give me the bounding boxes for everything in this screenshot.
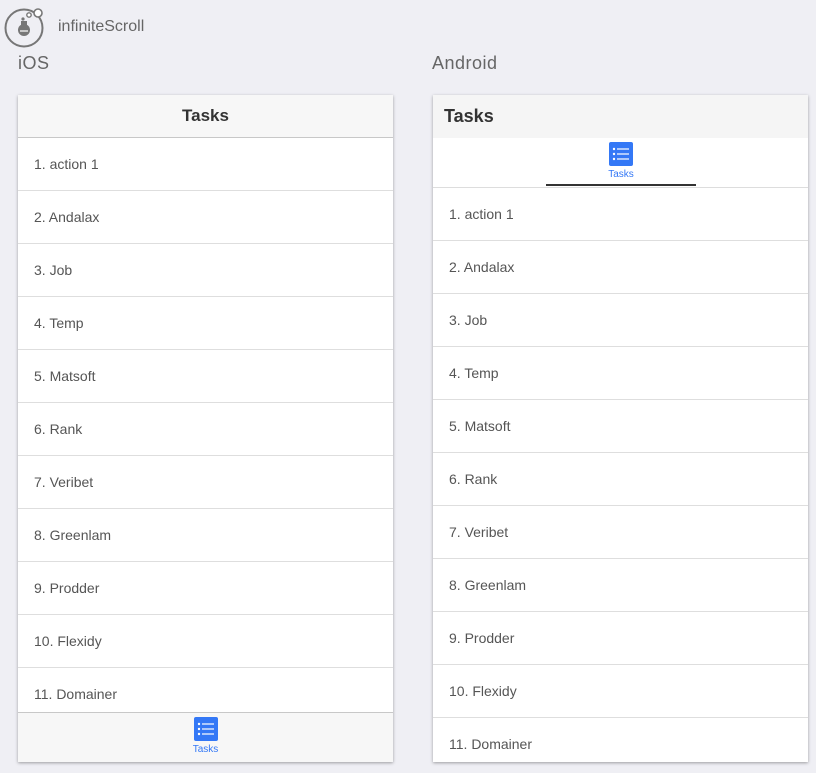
task-label: 6. Rank bbox=[449, 471, 498, 487]
app-header: infiniteScroll bbox=[0, 0, 816, 52]
task-label: 6. Rank bbox=[34, 421, 83, 437]
list-item[interactable]: 5. Matsoft bbox=[433, 400, 808, 453]
task-label: 3. Job bbox=[449, 312, 488, 328]
list-item[interactable]: 7. Veribet bbox=[18, 456, 393, 509]
task-label: 7. Veribet bbox=[34, 474, 94, 490]
task-label: 1. action 1 bbox=[449, 206, 514, 222]
list-item[interactable]: 8. Greenlam bbox=[18, 509, 393, 562]
task-label: 8. Greenlam bbox=[449, 577, 527, 593]
android-toolbar: Tasks bbox=[433, 95, 808, 138]
list-item[interactable]: 9. Prodder bbox=[18, 562, 393, 615]
list-item[interactable]: 3. Job bbox=[18, 244, 393, 297]
task-label: 8. Greenlam bbox=[34, 527, 112, 543]
app-title: infiniteScroll bbox=[58, 18, 145, 35]
list-item[interactable]: 10. Flexidy bbox=[18, 615, 393, 668]
ios-tab-bar: Tasks bbox=[18, 712, 393, 762]
android-device-frame: Tasks Tasks 1. action 1 2. Andalax 3. Job 4… bbox=[433, 95, 808, 762]
task-label: 4. Temp bbox=[34, 315, 84, 331]
list-item[interactable]: 7. Veribet bbox=[433, 506, 808, 559]
android-task-list[interactable]: 1. action 1 2. Andalax 3. Job 4. Temp 5. Mat… bbox=[433, 188, 808, 762]
task-label: 5. Matsoft bbox=[34, 368, 96, 384]
task-label: 7. Veribet bbox=[449, 524, 509, 540]
task-list-icon bbox=[609, 142, 633, 166]
list-item[interactable]: 1. action 1 bbox=[433, 188, 808, 241]
task-label: 2. Andalax bbox=[449, 259, 515, 275]
ios-tab-tasks[interactable]: Tasks bbox=[192, 713, 219, 762]
list-item[interactable]: 6. Rank bbox=[433, 453, 808, 506]
list-item[interactable]: 6. Rank bbox=[18, 403, 393, 456]
task-label: 9. Prodder bbox=[34, 580, 100, 596]
task-label: 4. Temp bbox=[449, 365, 499, 381]
ios-list: 1. action 1 2. Andalax 3. Job 4. Temp 5. Mat… bbox=[18, 138, 393, 713]
android-list: 1. action 1 2. Andalax 3. Job 4. Temp 5. Mat… bbox=[433, 188, 808, 762]
list-item[interactable]: 4. Temp bbox=[18, 297, 393, 350]
ios-device-frame: Tasks 1. action 1 2. Andalax 3. Job 4. Temp… bbox=[18, 95, 393, 762]
task-label: 3. Job bbox=[34, 262, 73, 278]
list-item[interactable]: 5. Matsoft bbox=[18, 350, 393, 403]
task-label: 2. Andalax bbox=[34, 209, 100, 225]
android-tab-label: Tasks bbox=[608, 169, 634, 180]
task-label: 1. action 1 bbox=[34, 156, 99, 172]
task-label: 10. Flexidy bbox=[449, 683, 517, 699]
task-label: 5. Matsoft bbox=[449, 418, 511, 434]
list-item[interactable]: 9. Prodder bbox=[433, 612, 808, 665]
ios-nav-bar: Tasks bbox=[18, 95, 393, 138]
android-toolbar-title: Tasks bbox=[444, 106, 494, 126]
list-item[interactable]: 3. Job bbox=[433, 294, 808, 347]
list-item[interactable]: 4. Temp bbox=[433, 347, 808, 400]
list-item[interactable]: 2. Andalax bbox=[18, 191, 393, 244]
list-item[interactable]: 8. Greenlam bbox=[433, 559, 808, 612]
android-platform-label: Android bbox=[432, 53, 498, 73]
task-label: 11. Domainer bbox=[34, 686, 118, 702]
list-item[interactable]: 2. Andalax bbox=[433, 241, 808, 294]
task-label: 10. Flexidy bbox=[34, 633, 102, 649]
flask-bubbles-icon bbox=[4, 8, 44, 48]
ios-task-list[interactable]: 1. action 1 2. Andalax 3. Job 4. Temp 5. Mat… bbox=[18, 138, 393, 713]
tab-indicator bbox=[546, 184, 696, 186]
ios-nav-title: Tasks bbox=[182, 106, 229, 125]
ios-platform-label: iOS bbox=[18, 53, 50, 73]
task-label: 11. Domainer bbox=[449, 736, 533, 752]
list-item[interactable]: 1. action 1 bbox=[18, 138, 393, 191]
android-tab-strip: Tasks bbox=[433, 138, 808, 188]
task-list-icon bbox=[193, 717, 218, 741]
ios-tab-label: Tasks bbox=[192, 744, 219, 755]
list-item[interactable]: 11. Domainer bbox=[18, 668, 393, 713]
list-item[interactable]: 11. Domainer bbox=[433, 718, 808, 762]
list-item[interactable]: 10. Flexidy bbox=[433, 665, 808, 718]
task-label: 9. Prodder bbox=[449, 630, 515, 646]
android-tab-tasks[interactable]: Tasks bbox=[546, 138, 696, 186]
